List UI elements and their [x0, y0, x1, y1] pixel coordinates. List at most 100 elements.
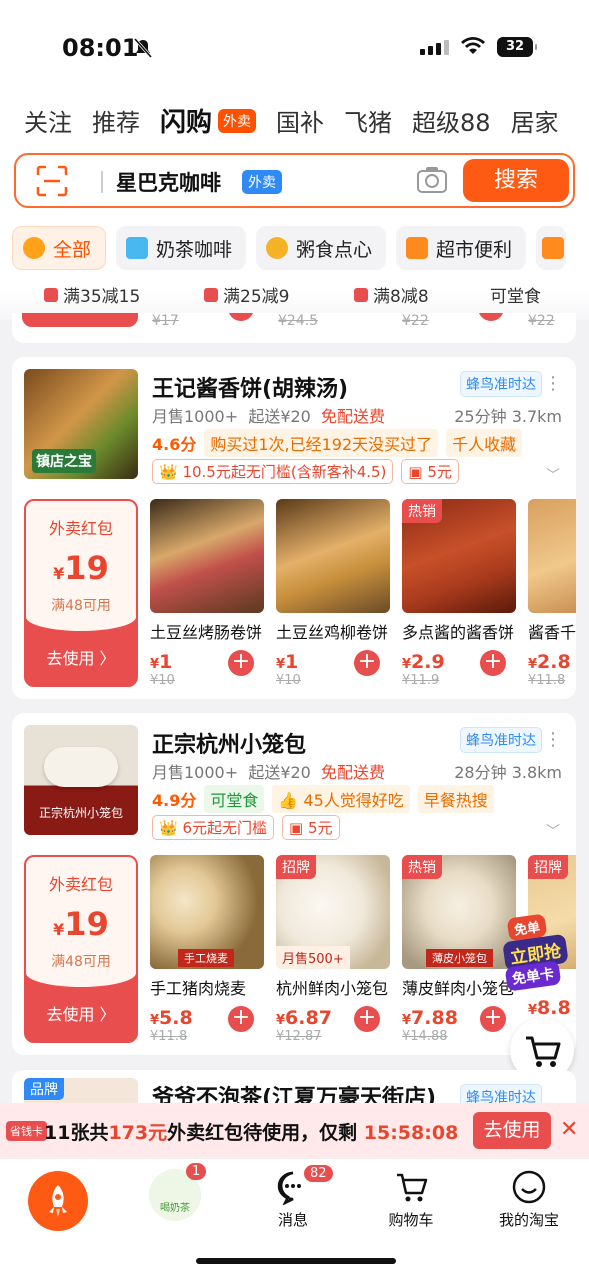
product-image: 手工烧麦: [150, 855, 264, 969]
redpack-use-button[interactable]: 去使用 〉: [26, 645, 136, 669]
search-input[interactable]: 星巴克咖啡: [116, 167, 221, 197]
promo-filter-3[interactable]: 满8减8: [354, 282, 429, 307]
redpack-card[interactable]: 外卖红包 ¥19 满48可用 去使用 〉: [24, 855, 138, 1043]
product-item[interactable]: 招牌 月售500+ 杭州鲜肉小笼包 ¥6.87 ¥12.87 +: [276, 855, 390, 1044]
product-item[interactable]: 酱香千层饼 ¥2.8 ¥11.8: [528, 499, 576, 688]
tab-follow[interactable]: 关注: [24, 103, 72, 138]
coupon-icon: [44, 287, 58, 302]
close-icon[interactable]: ✕: [560, 1117, 578, 1142]
add-to-cart-button[interactable]: +: [228, 1006, 254, 1032]
product-item[interactable]: 热销 薄皮小笼包 薄皮鲜肉小笼包 ¥7.88 ¥14.88 +: [402, 855, 516, 1044]
chevron-down-icon[interactable]: ﹀: [546, 465, 560, 485]
tab-recommend[interactable]: 推荐: [92, 103, 140, 138]
redpack-condition: 满48可用: [51, 954, 111, 970]
category-more[interactable]: [536, 226, 567, 270]
banner-amount: 173元: [108, 1122, 168, 1144]
signature-label: 招牌: [528, 855, 568, 879]
more-icon[interactable]: ⋮: [544, 373, 562, 394]
previous-store-card: ¥17 ¥24.5 ¥22 ¥22: [12, 313, 576, 343]
nav-cart[interactable]: 购物车: [366, 1169, 456, 1230]
nav-home-button[interactable]: [28, 1171, 88, 1231]
product-name: 杭州鲜肉小笼包: [276, 979, 389, 998]
promo-filter-dine-in[interactable]: 可堂食: [490, 282, 541, 307]
store-name[interactable]: 王记酱香饼(胡辣汤): [152, 371, 348, 403]
price-value: 8.8: [537, 997, 571, 1019]
add-to-cart-button[interactable]: +: [480, 650, 506, 676]
nav-label: 购物车: [388, 1211, 434, 1229]
product-original-price: ¥10: [276, 673, 301, 688]
search-button[interactable]: 搜索: [463, 159, 569, 202]
product-image: [150, 499, 264, 613]
min-order: 起送¥20: [248, 763, 311, 782]
thumb-label: 镇店之宝: [32, 449, 96, 473]
store-card[interactable]: 正宗杭州小笼包 正宗杭州小笼包 蜂鸟准时达 ⋮ 月售1000+ 起送¥20 免配…: [12, 713, 576, 1055]
product-original-price: ¥14.88: [402, 1029, 448, 1044]
product-image: 招牌 月售500+: [276, 855, 390, 969]
coupon-tag[interactable]: 👑 6元起无门槛: [152, 815, 274, 840]
promo-filter-2[interactable]: 满25减9: [204, 282, 289, 307]
product-name: 多点酱的酱香饼: [402, 623, 515, 642]
peek-add-button[interactable]: [228, 313, 254, 321]
store-thumbnail: 镇店之宝: [24, 369, 138, 479]
wifi-icon: [461, 37, 485, 54]
image-caption: 手工烧麦: [178, 949, 234, 967]
nav-my-taobao[interactable]: 我的淘宝: [484, 1169, 574, 1230]
tab-flash-buy[interactable]: 闪购: [160, 102, 212, 139]
coupon-text: 5元: [427, 463, 452, 481]
promo-filter-1[interactable]: 满35减15: [44, 282, 140, 307]
tab-fliggy[interactable]: 飞猪: [344, 103, 392, 138]
category-supermarket[interactable]: 超市便利: [396, 226, 527, 270]
product-item[interactable]: 土豆丝鸡柳卷饼 ¥1 ¥10 +: [276, 499, 390, 688]
store-name[interactable]: 正宗杭州小笼包: [152, 727, 306, 759]
savings-card-tag: 省钱卡: [6, 1121, 47, 1141]
coupon-tag[interactable]: ▣ 5元: [282, 815, 340, 840]
takeout-tag: 外卖: [218, 108, 257, 133]
category-congee[interactable]: 粥食点心: [256, 226, 387, 270]
chevron-down-icon[interactable]: ﹀: [546, 821, 560, 841]
nav-milk-tea-promo[interactable]: 喝奶茶 1: [130, 1163, 220, 1225]
product-price: ¥8.8: [528, 997, 571, 1019]
peek-add-button[interactable]: [478, 313, 504, 321]
scan-icon[interactable]: [36, 165, 68, 197]
redpack-condition: 满48可用: [51, 598, 111, 614]
product-name: 土豆丝鸡柳卷饼: [276, 623, 389, 642]
redpack-card[interactable]: 外卖红包 ¥19 满48可用 去使用 〉: [24, 499, 138, 687]
tab-home[interactable]: 居家: [511, 103, 559, 138]
search-divider: [101, 171, 103, 193]
redpack-title: 外卖红包: [48, 519, 113, 538]
banner-use-button[interactable]: 去使用: [473, 1112, 551, 1149]
store-card[interactable]: 镇店之宝 王记酱香饼(胡辣汤) 蜂鸟准时达 ⋮ 月售1000+ 起送¥20 免配…: [12, 357, 576, 699]
redpack-use-button[interactable]: 去使用 〉: [26, 1001, 136, 1025]
category-tea-coffee[interactable]: 奶茶咖啡: [116, 226, 247, 270]
product-item[interactable]: 手工烧麦 手工猪肉烧麦 ¥5.8 ¥11.8 +: [150, 855, 264, 1044]
coupon-text: 5元: [307, 819, 333, 837]
tab-subsidy[interactable]: 国补: [276, 103, 324, 138]
add-to-cart-button[interactable]: +: [354, 650, 380, 676]
category-more-icon: [542, 237, 565, 259]
camera-icon[interactable]: [416, 165, 448, 195]
status-time: 08:01: [62, 34, 139, 62]
banner-mid: 外卖红包待使用，仅剩: [167, 1122, 358, 1144]
store-meta: 月售1000+ 起送¥20 免配送费: [152, 403, 385, 427]
more-icon[interactable]: ⋮: [544, 729, 562, 750]
brand-label: 品牌: [24, 1078, 64, 1100]
image-caption: 薄皮小笼包: [426, 949, 493, 967]
add-to-cart-button[interactable]: +: [228, 650, 254, 676]
nav-messages[interactable]: 82 消息: [248, 1165, 338, 1230]
add-to-cart-button[interactable]: +: [480, 1006, 506, 1032]
coupon-text: 6元起无门槛: [182, 819, 267, 837]
free-order-card-badge[interactable]: 免单 立即抢 免单卡: [500, 912, 584, 992]
tab-super88[interactable]: 超级88: [412, 103, 491, 138]
store-thumbnail: 正宗杭州小笼包: [24, 725, 138, 835]
coupon-tag[interactable]: ▣ 5元: [401, 459, 459, 484]
product-original-price: ¥11.8: [150, 1029, 188, 1044]
redpack-reminder-banner[interactable]: 省钱卡 11张共173元外卖红包待使用，仅剩 15:58:08 去使用 ✕: [0, 1103, 589, 1158]
product-item[interactable]: 热销 多点酱的酱香饼 ¥2.9 ¥11.9 +: [402, 499, 516, 688]
coupon-tag[interactable]: 👑 10.5元起无门槛(含新客补4.5): [152, 459, 394, 484]
search-bar[interactable]: 星巴克咖啡 外卖 搜索: [14, 153, 575, 208]
product-item[interactable]: 土豆丝烤肠卷饼 ¥1 ¥10 +: [150, 499, 264, 688]
banner-countdown: 15:58:08: [363, 1122, 459, 1144]
peek-price: ¥24.5: [278, 313, 319, 329]
category-all[interactable]: 全部: [12, 226, 107, 270]
add-to-cart-button[interactable]: +: [354, 1006, 380, 1032]
